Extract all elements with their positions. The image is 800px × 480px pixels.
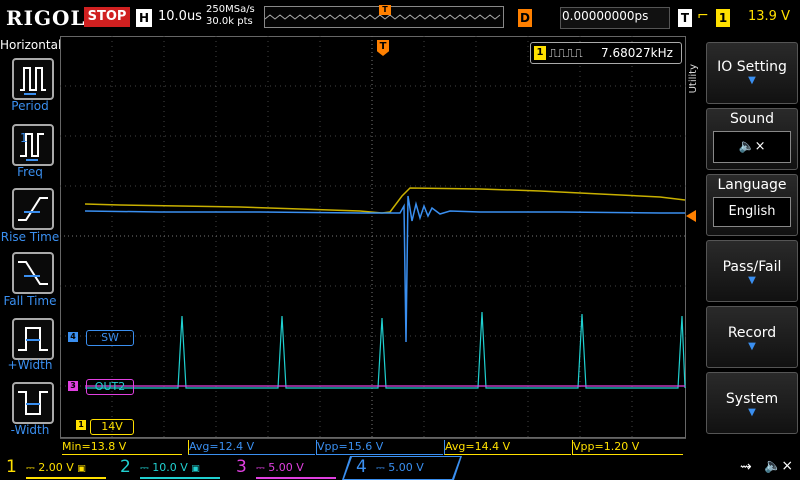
speaker-mute-icon: 🔈× — [764, 458, 794, 474]
waveform-overview: T — [264, 5, 504, 28]
ch1-label: 14V — [90, 419, 134, 435]
record-button[interactable]: Record ▼ — [706, 306, 798, 368]
speaker-mute-icon: 🔈× — [713, 131, 791, 163]
rise-time-label: Rise Time — [0, 230, 60, 244]
freq-icon: 1 — [20, 131, 44, 161]
usb-icon: ⇝ — [740, 459, 752, 475]
system-button[interactable]: System ▼ — [706, 372, 798, 434]
io-setting-label: IO Setting — [717, 59, 787, 75]
sample-info: 250MSa/s 30.0k pts — [206, 4, 255, 28]
ch1-scale[interactable]: ⎓ 2.00 V ▣ — [26, 459, 106, 479]
rise-time-button[interactable] — [12, 188, 54, 230]
freq-label: Freq — [17, 165, 43, 179]
panel-title: Horizontal — [0, 38, 62, 52]
chevron-down-icon: ▼ — [748, 407, 756, 418]
period-icon — [20, 67, 46, 95]
meas-ch1-avg[interactable]: Avg=14.4 V — [444, 440, 571, 455]
freq-counter-value: 7.68027kHz — [601, 46, 673, 60]
ch1-trace — [84, 187, 686, 214]
language-button[interactable]: Language English — [706, 174, 798, 236]
delay-value: 0.00000000ps — [562, 9, 649, 23]
horizontal-measure-panel: Horizontal Period 1 Freq Rise Time Fall … — [0, 38, 62, 438]
ch1-bw-icon: ▣ — [77, 464, 86, 474]
pass-fail-label: Pass/Fail — [722, 259, 782, 275]
delay-label: D — [518, 9, 532, 27]
ch3-scale[interactable]: ⎓ 5.00 V — [256, 459, 336, 479]
language-label: Language — [717, 177, 787, 193]
fall-time-button[interactable] — [12, 252, 54, 294]
waveform-display[interactable]: T 1 ⎍⎍⎍⎍ 7.68027kHz 4 SW 3 OUT2 1 14V — [60, 36, 696, 438]
language-value: English — [713, 197, 791, 227]
timebase-label: H — [136, 9, 152, 27]
neg-width-icon — [18, 391, 48, 415]
system-label: System — [725, 391, 779, 407]
channel-status-bar: 1 ⎓ 2.00 V ▣ 2 ⎓ 10.0 V ▣ 3 ⎓ 5.00 V 4 ⎓… — [0, 456, 800, 480]
ch4-number[interactable]: 4 — [356, 457, 367, 477]
trigger-label: T — [678, 9, 692, 27]
ch3-label: OUT2 — [86, 379, 134, 395]
ch2-scale-value: 10.0 V — [152, 461, 188, 474]
pos-width-icon — [18, 327, 48, 351]
overview-trigger-marker: T — [379, 5, 391, 15]
ch2-scale[interactable]: ⎓ 10.0 V ▣ — [140, 459, 220, 479]
fall-time-label: Fall Time — [3, 294, 57, 308]
neg-width-button[interactable] — [12, 382, 54, 424]
rigol-logo: RIGOL — [6, 6, 86, 30]
ch2-trace — [85, 311, 686, 389]
ch2-number[interactable]: 2 — [120, 457, 131, 477]
ch4-label: SW — [86, 330, 134, 346]
ch4-trace — [84, 195, 685, 343]
ch4-scale-value: 5.00 V — [388, 461, 424, 474]
io-setting-button[interactable]: IO Setting ▼ — [706, 42, 798, 104]
top-status-bar: RIGOL STOP H 10.0us 250MSa/s 30.0k pts T… — [0, 0, 800, 36]
ch3-number[interactable]: 3 — [236, 457, 247, 477]
trigger-level[interactable]: 13.9 V — [748, 9, 790, 24]
freq-counter-channel: 1 — [534, 46, 546, 60]
fall-time-icon — [18, 261, 48, 285]
ch3-offset-marker[interactable]: 3 — [68, 381, 78, 391]
ch3-scale-value: 5.00 V — [268, 461, 304, 474]
meas-ch4-avg[interactable]: Avg=12.4 V — [188, 440, 315, 455]
chevron-down-icon: ▼ — [748, 75, 756, 86]
ch1-offset-marker[interactable]: 1 — [76, 420, 86, 430]
period-label: Period — [11, 99, 49, 113]
run-stop-indicator[interactable]: STOP — [84, 7, 130, 27]
sound-button[interactable]: Sound 🔈× — [706, 108, 798, 170]
meas-ch1-min[interactable]: Min=13.8 V — [62, 440, 182, 455]
square-wave-icon: ⎍⎍⎍⎍ — [549, 46, 583, 60]
measurement-bar: Min=13.8 V Avg=12.4 V Vpp=15.6 V Avg=14.… — [60, 438, 686, 455]
ch1-number[interactable]: 1 — [6, 457, 17, 477]
pos-width-button[interactable] — [12, 318, 54, 360]
record-label: Record — [727, 325, 777, 341]
ch4-scale[interactable]: ⎓ 5.00 V — [376, 459, 446, 479]
period-button[interactable] — [12, 58, 54, 100]
timebase-value[interactable]: 10.0us — [158, 9, 202, 24]
neg-width-label: -Width — [10, 423, 50, 437]
rise-time-icon — [18, 197, 48, 221]
pass-fail-button[interactable]: Pass/Fail ▼ — [706, 240, 798, 302]
pos-width-label: +Width — [7, 358, 53, 372]
svg-text:1: 1 — [20, 131, 28, 145]
ch4-offset-marker[interactable]: 4 — [68, 332, 78, 342]
rising-edge-icon: ⌐ — [697, 8, 709, 24]
trigger-source: 1 — [716, 9, 730, 27]
freq-counter: 1 ⎍⎍⎍⎍ 7.68027kHz — [530, 42, 682, 64]
sample-rate: 250MSa/s — [206, 4, 255, 15]
ch1-scale-value: 2.00 V — [38, 461, 74, 474]
ch2-bw-icon: ▣ — [191, 464, 200, 474]
memory-depth: 30.0k pts — [206, 16, 253, 27]
meas-ch1-vpp[interactable]: Vpp=1.20 V — [572, 440, 683, 455]
chevron-down-icon: ▼ — [748, 275, 756, 286]
sound-label: Sound — [729, 111, 775, 127]
freq-button[interactable]: 1 — [12, 124, 54, 166]
meas-ch4-vpp[interactable]: Vpp=15.6 V — [316, 440, 443, 455]
chevron-down-icon: ▼ — [748, 341, 756, 352]
graticule — [60, 36, 686, 438]
utility-menu: IO Setting ▼ Sound 🔈× Language English P… — [686, 36, 800, 454]
